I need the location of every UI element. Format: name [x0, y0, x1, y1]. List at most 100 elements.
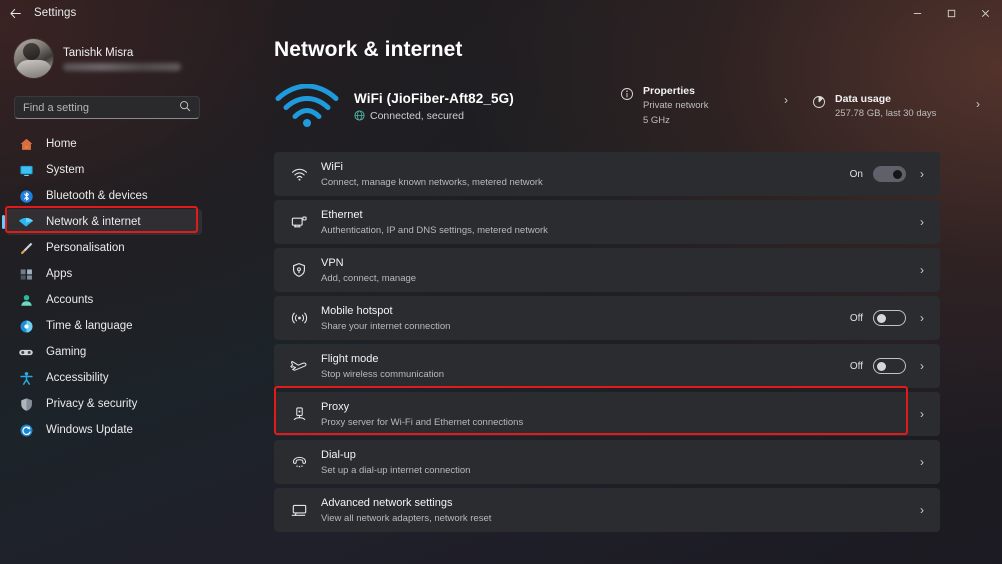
- sidebar-item-apps[interactable]: Apps: [6, 261, 202, 287]
- toggle-state-label: On: [849, 168, 863, 180]
- chevron-right-icon[interactable]: ›: [916, 215, 928, 229]
- sidebar-item-windows-update[interactable]: Windows Update: [6, 417, 202, 443]
- sidebar-item-personalisation[interactable]: Personalisation: [6, 235, 202, 261]
- settings-row-subtitle: Authentication, IP and DNS settings, met…: [321, 224, 548, 236]
- avatar: [14, 39, 53, 78]
- settings-row-subtitle: Add, connect, manage: [321, 272, 417, 284]
- settings-row-vpn[interactable]: VPN Add, connect, manage ›: [274, 248, 940, 292]
- settings-row-text: WiFi Connect, manage known networks, met…: [321, 161, 850, 188]
- pie-chart-icon: [812, 95, 826, 114]
- settings-row-controls: Off ›: [850, 310, 928, 326]
- sidebar-item-privacy-security[interactable]: Privacy & security: [6, 391, 202, 417]
- settings-row-text: VPN Add, connect, manage: [321, 257, 916, 284]
- chevron-right-icon[interactable]: ›: [916, 263, 928, 277]
- connection-summary: WiFi (JioFiber-Aft82_5G) Connected, secu…: [274, 79, 980, 133]
- chevron-right-icon[interactable]: ›: [916, 167, 928, 181]
- connection-status: Connected, secured: [354, 110, 620, 122]
- settings-row-text: Advanced network settings View all netwo…: [321, 497, 916, 524]
- properties-card[interactable]: Properties Private network 5 GHz ›: [620, 85, 788, 127]
- sidebar-item-system[interactable]: System: [6, 157, 202, 183]
- sidebar: Tanishk Misra Home: [0, 26, 212, 564]
- settings-row-subtitle: Proxy server for Wi-Fi and Ethernet conn…: [321, 416, 524, 428]
- chevron-right-icon[interactable]: ›: [784, 93, 788, 107]
- sidebar-item-label: Personalisation: [46, 242, 125, 254]
- properties-line-2: 5 GHz: [643, 115, 670, 126]
- sidebar-item-label: Gaming: [46, 346, 87, 358]
- info-icon: [620, 87, 634, 106]
- proxy-icon: [288, 406, 310, 422]
- chevron-right-icon[interactable]: ›: [976, 97, 980, 111]
- connection-status-text: Connected, secured: [370, 109, 464, 122]
- chevron-right-icon[interactable]: ›: [916, 359, 928, 373]
- bluetooth-icon: [18, 188, 34, 204]
- accounts-icon: [18, 292, 34, 308]
- sidebar-item-accessibility[interactable]: Accessibility: [6, 365, 202, 391]
- sidebar-item-gaming[interactable]: Gaming: [6, 339, 202, 365]
- search-input[interactable]: [23, 101, 179, 114]
- back-button[interactable]: [0, 0, 30, 26]
- search-icon: [179, 100, 191, 115]
- sidebar-item-label: Bluetooth & devices: [46, 190, 148, 202]
- chevron-right-icon[interactable]: ›: [916, 407, 928, 421]
- mobile-hotspot-toggle[interactable]: [873, 310, 906, 326]
- maximize-button[interactable]: [934, 0, 968, 26]
- settings-row-flight-mode[interactable]: Flight mode Stop wireless communication …: [274, 344, 940, 388]
- user-profile[interactable]: Tanishk Misra: [0, 31, 212, 86]
- settings-row-subtitle: Share your internet connection: [321, 320, 451, 332]
- settings-list: WiFi Connect, manage known networks, met…: [274, 152, 940, 532]
- chevron-right-icon[interactable]: ›: [916, 455, 928, 469]
- profile-email-redacted: [63, 63, 181, 71]
- settings-row-title: VPN: [321, 256, 344, 269]
- properties-line-1: Private network: [643, 100, 709, 111]
- chevron-right-icon[interactable]: ›: [916, 503, 928, 517]
- ethernet-icon: [288, 215, 310, 230]
- page-title: Network & internet: [274, 38, 463, 61]
- apps-icon: [18, 266, 34, 282]
- wifi-toggle[interactable]: [873, 166, 906, 182]
- settings-row-proxy[interactable]: Proxy Proxy server for Wi-Fi and Etherne…: [274, 392, 940, 436]
- sidebar-item-label: Privacy & security: [46, 398, 138, 410]
- settings-row-text: Mobile hotspot Share your internet conne…: [321, 305, 850, 332]
- settings-row-mobile-hotspot[interactable]: Mobile hotspot Share your internet conne…: [274, 296, 940, 340]
- settings-row-title: WiFi: [321, 160, 343, 173]
- brush-icon: [18, 240, 34, 256]
- sidebar-item-label: Home: [46, 138, 77, 150]
- settings-row-title: Proxy: [321, 400, 350, 413]
- system-icon: [18, 162, 34, 178]
- hotspot-icon: [288, 310, 310, 326]
- sidebar-item-label: System: [46, 164, 85, 176]
- sidebar-item-bluetooth-devices[interactable]: Bluetooth & devices: [6, 183, 202, 209]
- toggle-state-label: Off: [849, 312, 863, 324]
- sidebar-item-label: Network & internet: [46, 216, 141, 228]
- settings-row-controls: ›: [916, 503, 928, 517]
- settings-row-title: Advanced network settings: [321, 496, 453, 509]
- search-box[interactable]: [14, 96, 200, 119]
- data-usage-line-1: 257.78 GB, last 30 days: [835, 107, 937, 119]
- connection-name: WiFi (JioFiber-Aft82_5G): [354, 90, 514, 106]
- sidebar-item-time-language[interactable]: Time & language: [6, 313, 202, 339]
- advanced-network-icon: [288, 503, 310, 518]
- properties-title: Properties: [643, 85, 695, 97]
- sidebar-item-network-internet[interactable]: Network & internet: [2, 209, 202, 235]
- settings-row-title: Ethernet: [321, 208, 363, 221]
- settings-row-title: Flight mode: [321, 352, 379, 365]
- settings-row-text: Dial-up Set up a dial-up internet connec…: [321, 449, 916, 476]
- data-usage-title: Data usage: [835, 92, 892, 105]
- flight-mode-toggle[interactable]: [873, 358, 906, 374]
- settings-row-dial-up[interactable]: Dial-up Set up a dial-up internet connec…: [274, 440, 940, 484]
- settings-row-advanced-network-settings[interactable]: Advanced network settings View all netwo…: [274, 488, 940, 532]
- settings-row-subtitle: Set up a dial-up internet connection: [321, 464, 471, 476]
- sidebar-item-accounts[interactable]: Accounts: [6, 287, 202, 313]
- wifi-icon: [274, 83, 340, 128]
- settings-row-controls: On ›: [850, 166, 928, 182]
- minimize-button[interactable]: [900, 0, 934, 26]
- settings-row-wifi[interactable]: WiFi Connect, manage known networks, met…: [274, 152, 940, 196]
- chevron-right-icon[interactable]: ›: [916, 311, 928, 325]
- sidebar-item-home[interactable]: Home: [6, 131, 202, 157]
- data-usage-card[interactable]: Data usage 257.78 GB, last 30 days ›: [812, 92, 980, 120]
- window-title: Settings: [34, 7, 77, 19]
- gamepad-icon: [18, 344, 34, 360]
- settings-row-ethernet[interactable]: Ethernet Authentication, IP and DNS sett…: [274, 200, 940, 244]
- settings-row-title: Mobile hotspot: [321, 304, 393, 317]
- close-button[interactable]: [968, 0, 1002, 26]
